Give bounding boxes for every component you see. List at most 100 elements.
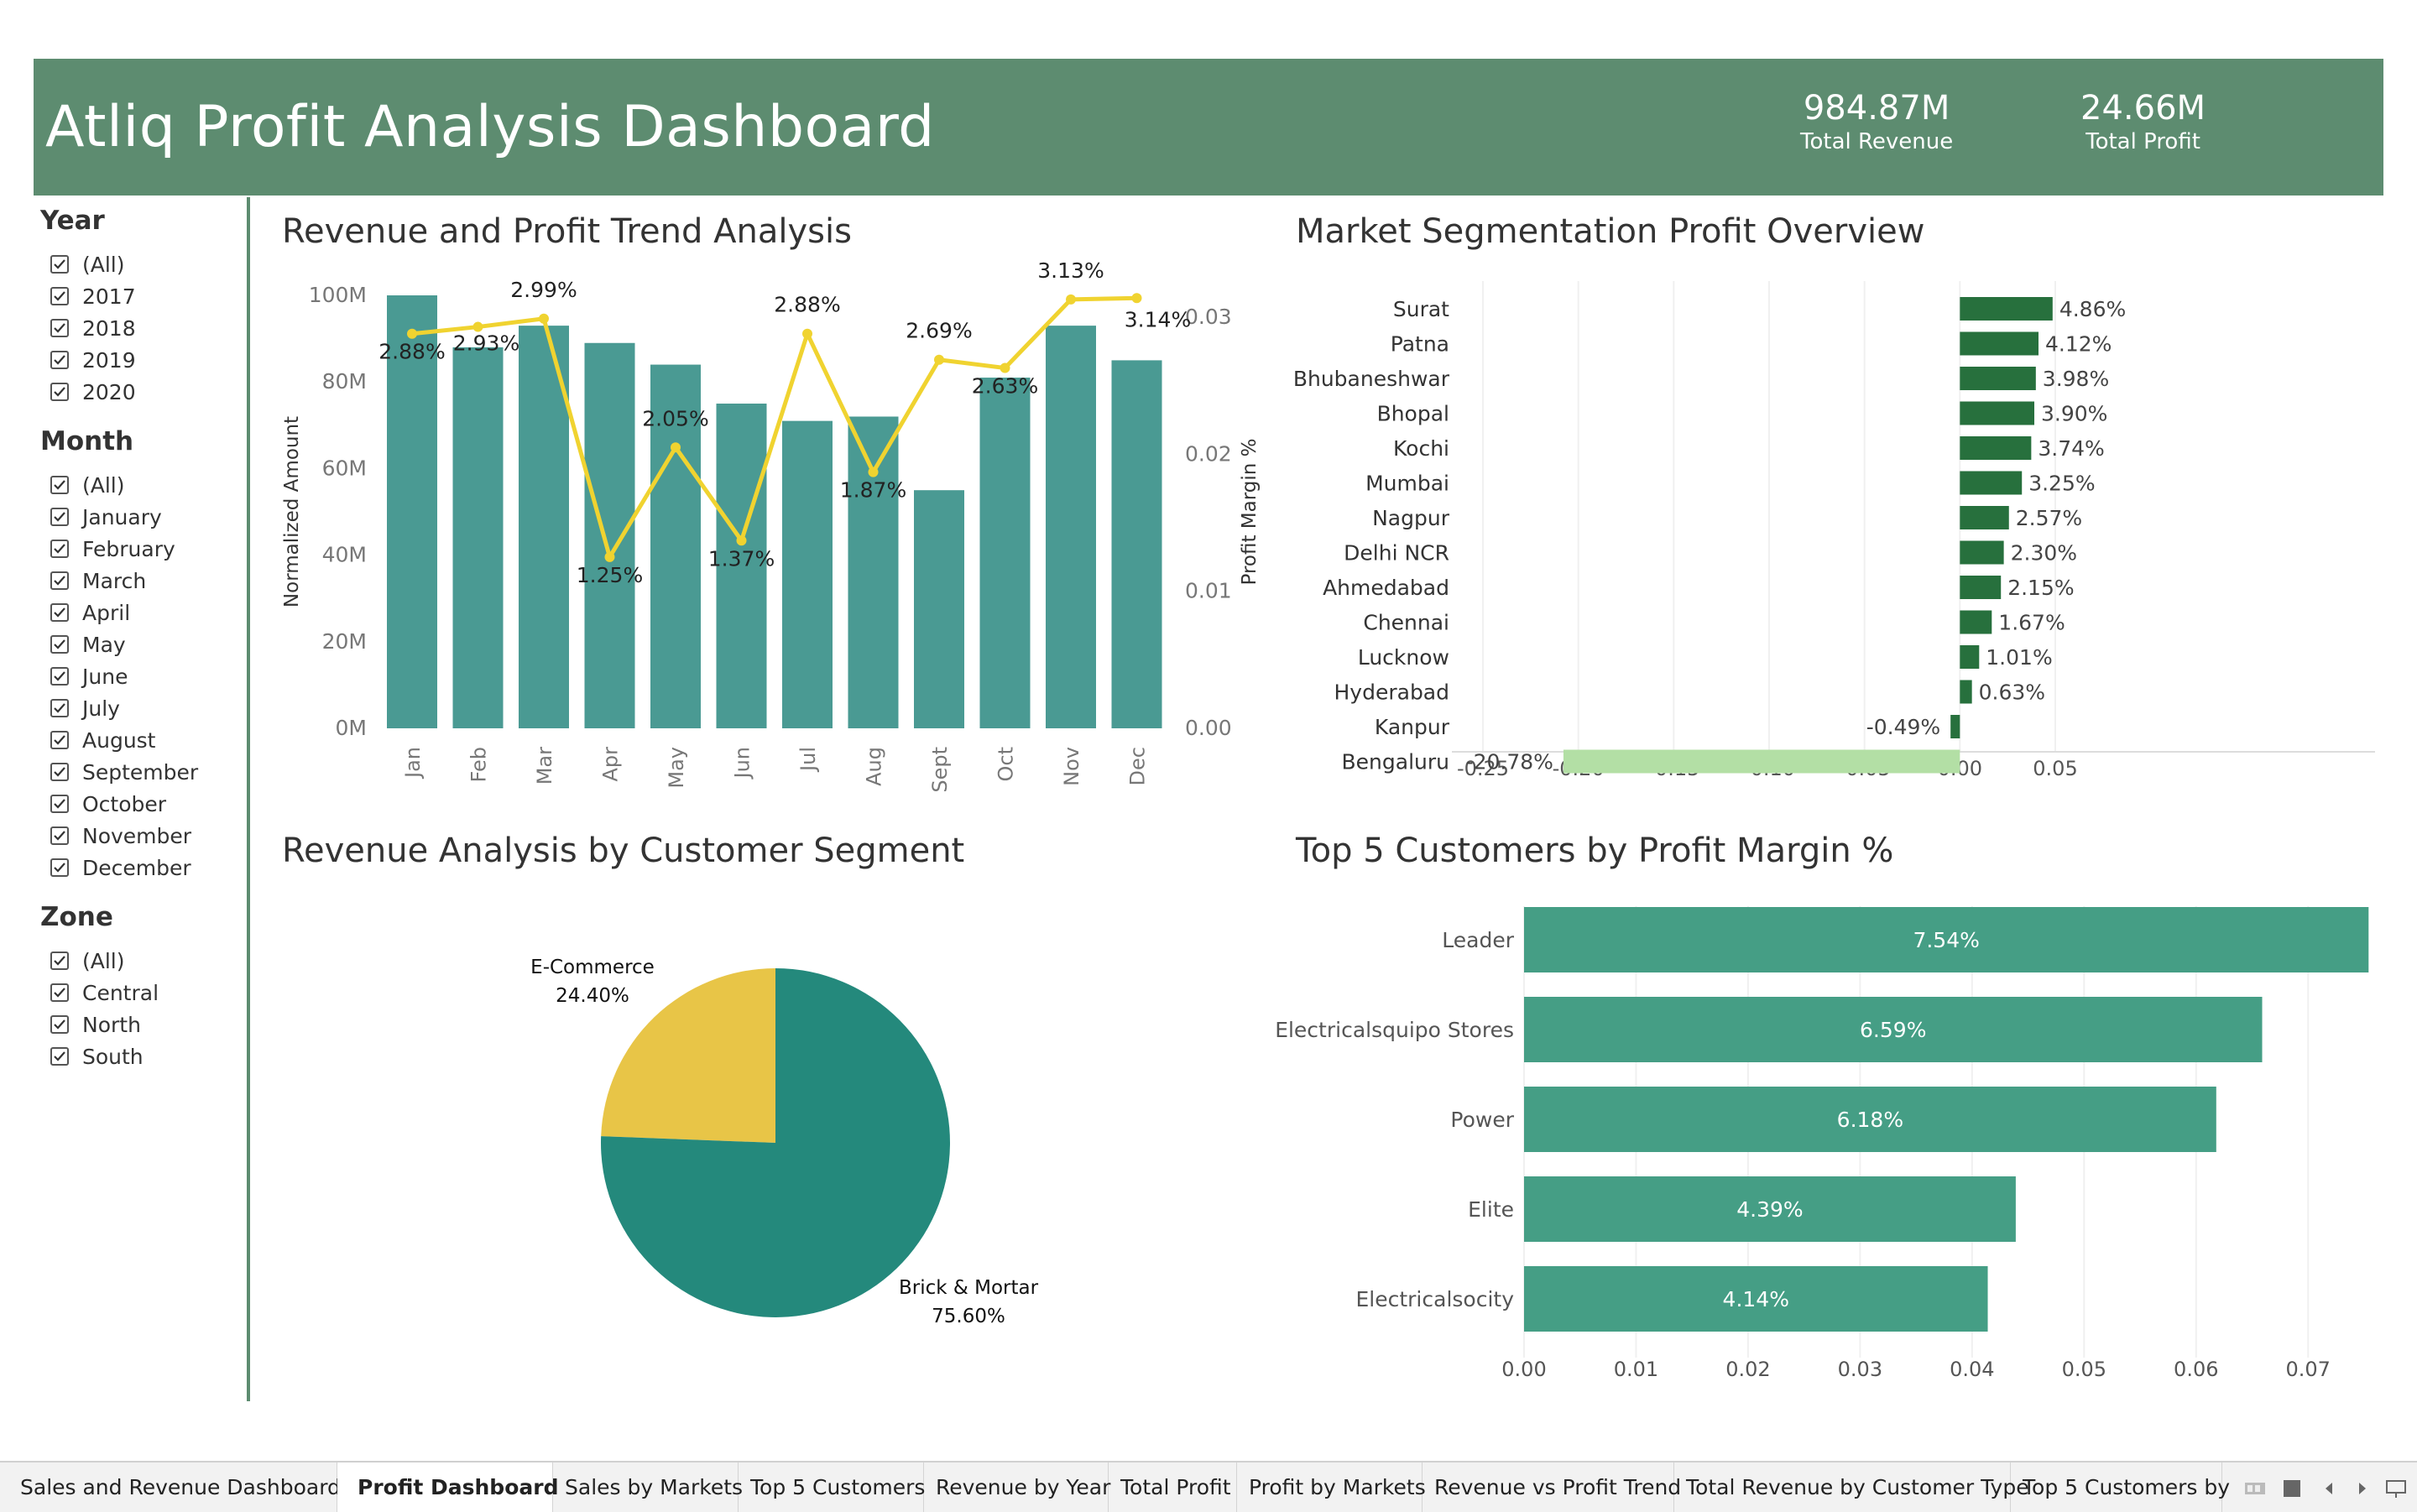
filter-checkbox-month-june[interactable]: June <box>50 661 128 691</box>
market-bar[interactable] <box>1950 715 1960 738</box>
revenue-bar[interactable] <box>1046 326 1096 728</box>
revenue-bar[interactable] <box>979 378 1031 728</box>
filter-checkbox-year-2017[interactable]: 2017 <box>50 281 136 311</box>
sheet-tab-revenue-by-year[interactable]: Revenue by Year <box>924 1462 1110 1512</box>
filter-checkbox-year-2020[interactable]: 2020 <box>50 377 136 407</box>
customer-segment-pie-chart[interactable]: E-Commerce 24.40% Brick & Mortar 75.60% <box>470 923 1141 1359</box>
checkbox[interactable] <box>50 603 69 622</box>
market-bar[interactable] <box>1960 506 2009 529</box>
filter-checkbox-zone-central[interactable]: Central <box>50 978 159 1008</box>
checkbox[interactable] <box>50 351 69 369</box>
checkbox[interactable] <box>50 763 69 781</box>
checkbox[interactable] <box>50 952 69 970</box>
sheet-tab-revenue-vs-profit-trend[interactable]: Revenue vs Profit Trend <box>1423 1462 1681 1512</box>
checkbox[interactable] <box>50 1015 69 1034</box>
filter-checkbox-month-november[interactable]: November <box>50 821 191 851</box>
market-bar[interactable] <box>1563 749 1960 774</box>
market-bar[interactable] <box>1960 610 1992 634</box>
show-tabs-icon[interactable] <box>2279 1476 2305 1501</box>
filter-checkbox-month-august[interactable]: August <box>50 725 156 755</box>
checkbox[interactable] <box>50 540 69 558</box>
category-label: Hyderabad <box>1334 680 1450 705</box>
profit-margin-point[interactable] <box>934 354 944 365</box>
profit-margin-point[interactable] <box>671 442 681 453</box>
filter-checkbox-zone-north[interactable]: North <box>50 1009 141 1040</box>
revenue-profit-trend-chart[interactable]: 0M 20M 40M 60M 80M 100M Normalized Amount 0.00 0… <box>269 258 1276 806</box>
filter-checkbox-month-april[interactable]: April <box>50 597 130 628</box>
profit-margin-point[interactable] <box>604 551 615 562</box>
market-bar[interactable] <box>1960 680 1972 704</box>
sheet-tab-sales-and-revenue-dashboard[interactable]: Sales and Revenue Dashboard <box>0 1462 341 1512</box>
sheet-tab-total-profit[interactable]: Total Profit <box>1109 1462 1237 1512</box>
market-bar[interactable] <box>1960 436 2032 460</box>
checkbox[interactable] <box>50 571 69 590</box>
checkbox[interactable] <box>50 983 69 1002</box>
filter-checkbox-zone-all[interactable]: (All) <box>50 946 125 976</box>
market-bar[interactable] <box>1960 331 2039 356</box>
checkbox[interactable] <box>50 476 69 494</box>
revenue-bar[interactable] <box>848 416 899 728</box>
sheet-tab-profit-dashboard[interactable]: Profit Dashboard <box>337 1462 558 1512</box>
profit-margin-point[interactable] <box>868 467 879 477</box>
filter-checkbox-month-january[interactable]: January <box>50 502 162 532</box>
checkbox[interactable] <box>50 1047 69 1066</box>
revenue-bar[interactable] <box>584 342 635 728</box>
profit-margin-point[interactable] <box>407 328 417 339</box>
filter-checkbox-month-all[interactable]: (All) <box>50 470 125 500</box>
revenue-bar[interactable] <box>914 490 964 728</box>
market-bar[interactable] <box>1960 367 2036 390</box>
show-filmstrip-icon[interactable] <box>2242 1476 2268 1501</box>
checkbox[interactable] <box>50 858 69 877</box>
sheet-tab-sales-by-markets[interactable]: Sales by Markets <box>553 1462 743 1512</box>
sheet-tab-top-5-customers[interactable]: Top 5 Customers <box>739 1462 925 1512</box>
next-sheet-icon[interactable] <box>2350 1476 2375 1501</box>
checkbox[interactable] <box>50 731 69 749</box>
filter-checkbox-year-2018[interactable]: 2018 <box>50 313 136 343</box>
checkbox[interactable] <box>50 255 69 274</box>
checkbox[interactable] <box>50 287 69 305</box>
profit-margin-point[interactable] <box>802 328 812 339</box>
market-bar[interactable] <box>1960 471 2023 495</box>
profit-margin-point[interactable] <box>1131 293 1142 304</box>
filter-checkbox-month-may[interactable]: May <box>50 629 126 660</box>
market-bar[interactable] <box>1960 401 2034 425</box>
checkbox[interactable] <box>50 635 69 654</box>
checkbox[interactable] <box>50 826 69 845</box>
presentation-mode-icon[interactable] <box>2383 1476 2409 1501</box>
top5-customers-chart[interactable]: 0.00 0.01 0.02 0.03 0.04 0.05 0.06 0.07 Leader 7.… <box>1275 889 2400 1393</box>
market-bar[interactable] <box>1960 576 2002 599</box>
x-tick-label: 0.00 <box>1501 1358 1546 1381</box>
sheet-tab-top-5-customers-by[interactable]: Top 5 Customers by <box>2011 1462 2230 1512</box>
filter-checkbox-month-july[interactable]: July <box>50 693 120 723</box>
filter-checkbox-zone-south[interactable]: South <box>50 1041 144 1071</box>
filter-checkbox-year-2019[interactable]: 2019 <box>50 345 136 375</box>
revenue-bar[interactable] <box>1111 360 1162 728</box>
checkbox[interactable] <box>50 795 69 813</box>
checkbox[interactable] <box>50 319 69 337</box>
filter-checkbox-month-october[interactable]: October <box>50 789 166 819</box>
previous-sheet-icon[interactable] <box>2316 1476 2341 1501</box>
revenue-bar[interactable] <box>782 420 833 728</box>
filter-checkbox-month-december[interactable]: December <box>50 852 191 883</box>
market-bar[interactable] <box>1960 297 2053 321</box>
sheet-tab-total-revenue-by-customer-type[interactable]: Total Revenue by Customer Type <box>1674 1462 2029 1512</box>
checkbox[interactable] <box>50 699 69 717</box>
checkbox[interactable] <box>50 508 69 526</box>
market-profit-chart[interactable]: -0.25-0.20-0.15-0.10-0.050.000.05Surat4.… <box>1284 269 2400 806</box>
checkbox[interactable] <box>50 667 69 686</box>
market-bar[interactable] <box>1960 540 2004 565</box>
filter-checkbox-year-all[interactable]: (All) <box>50 249 125 279</box>
sheet-tab-profit-by-markets[interactable]: Profit by Markets <box>1237 1462 1426 1512</box>
profit-margin-point[interactable] <box>736 535 747 546</box>
profit-margin-point[interactable] <box>1000 362 1010 373</box>
checkbox[interactable] <box>50 383 69 401</box>
filter-checkbox-month-february[interactable]: February <box>50 534 175 564</box>
revenue-bar[interactable] <box>452 347 504 728</box>
market-bar[interactable] <box>1960 645 1980 669</box>
filter-checkbox-month-september[interactable]: September <box>50 757 198 787</box>
filter-checkbox-month-march[interactable]: March <box>50 566 146 596</box>
check-icon <box>54 956 65 966</box>
check-icon <box>54 735 65 745</box>
profit-margin-point[interactable] <box>539 313 549 324</box>
profit-margin-point[interactable] <box>1066 294 1076 305</box>
